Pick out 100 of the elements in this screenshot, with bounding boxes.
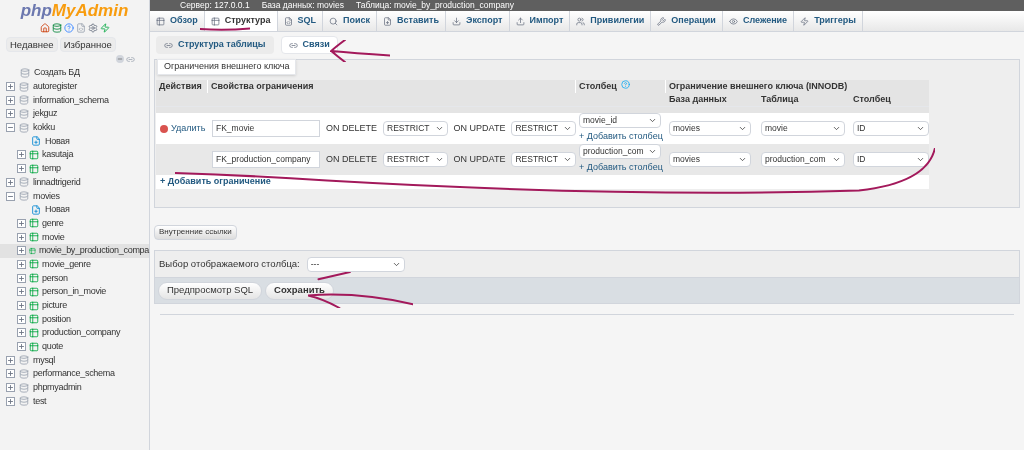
select-field[interactable]: ID bbox=[853, 121, 929, 136]
sub-tab[interactable]: Связи bbox=[280, 36, 338, 54]
settings-icon[interactable] bbox=[87, 23, 98, 33]
delete-icon[interactable] bbox=[160, 124, 168, 133]
select-field[interactable]: movies bbox=[669, 121, 751, 136]
expand-icon[interactable] bbox=[17, 314, 26, 324]
tab[interactable]: Обзор bbox=[150, 11, 205, 31]
tree-item[interactable]: quote bbox=[42, 342, 64, 352]
tree-item[interactable]: person bbox=[42, 273, 68, 283]
form-button[interactable]: Предпросмотр SQL bbox=[158, 281, 263, 300]
select-field[interactable]: production_com bbox=[761, 152, 845, 167]
tab[interactable]: Вставить bbox=[377, 11, 446, 31]
add-constraint-link[interactable]: + Добавить ограничение bbox=[160, 176, 271, 186]
expand-icon[interactable] bbox=[17, 273, 26, 283]
expand-icon[interactable] bbox=[6, 396, 15, 406]
add-column-link[interactable]: + Добавить столбец bbox=[579, 130, 666, 144]
select-field[interactable]: movies bbox=[669, 152, 751, 167]
collapse-icon[interactable] bbox=[6, 123, 15, 133]
select-field[interactable]: RESTRICT bbox=[383, 152, 448, 167]
constraint-name-field[interactable]: FK_production_company bbox=[212, 151, 320, 168]
collapse-icon[interactable] bbox=[6, 191, 15, 201]
expand-icon[interactable] bbox=[17, 232, 26, 242]
expand-icon[interactable] bbox=[17, 246, 26, 256]
expand-icon[interactable] bbox=[6, 383, 15, 393]
help-icon[interactable] bbox=[63, 23, 74, 33]
tree-item[interactable]: linnadtrigerid bbox=[33, 177, 81, 187]
tree-item[interactable]: movie_by_production_compa bbox=[38, 246, 149, 256]
sidebar-tab[interactable]: Недавнее bbox=[6, 37, 58, 52]
tree-item[interactable]: autoregister bbox=[33, 82, 77, 92]
expand-icon[interactable] bbox=[17, 342, 26, 352]
database-add-icon bbox=[20, 67, 30, 78]
chevron-icon bbox=[916, 124, 925, 133]
breadcrumb-link[interactable]: Сервер: 127.0.0.1 bbox=[180, 0, 250, 11]
tree-item[interactable]: Создать БД bbox=[34, 68, 80, 78]
tree-item[interactable]: position bbox=[42, 314, 71, 324]
tree-item[interactable]: jekguz bbox=[33, 109, 58, 119]
breadcrumb-link[interactable]: Таблица: movie_by_production_company bbox=[355, 0, 514, 11]
table-icon bbox=[29, 300, 39, 311]
expand-icon[interactable] bbox=[17, 164, 26, 174]
sidebar-tab[interactable]: Избранное bbox=[59, 37, 116, 52]
internal-links-button[interactable]: Внутренние ссылки bbox=[154, 224, 237, 240]
expand-icon[interactable] bbox=[17, 328, 26, 338]
delete-link[interactable]: Удалить bbox=[171, 121, 206, 136]
form-button[interactable]: Сохранить bbox=[265, 281, 334, 300]
tree-item[interactable]: movies bbox=[33, 191, 60, 201]
home-icon[interactable] bbox=[39, 23, 50, 33]
tree-item[interactable]: mysql bbox=[33, 355, 55, 365]
tab[interactable]: Структура bbox=[204, 11, 278, 31]
add-column-link[interactable]: + Добавить столбец bbox=[579, 161, 666, 175]
column-header: Свойства ограничения bbox=[208, 80, 576, 93]
select-field[interactable]: movie bbox=[761, 121, 845, 136]
expand-icon[interactable] bbox=[6, 109, 15, 119]
tab[interactable]: Поиск bbox=[323, 11, 378, 31]
select-field[interactable]: production_com bbox=[579, 144, 661, 160]
tree-item[interactable]: picture bbox=[42, 301, 67, 311]
display-column-select[interactable]: --- bbox=[306, 256, 405, 272]
expand-icon[interactable] bbox=[17, 287, 26, 297]
select-field[interactable]: ID bbox=[853, 152, 929, 167]
expand-icon[interactable] bbox=[6, 177, 15, 187]
tab[interactable]: Экспорт bbox=[446, 11, 510, 31]
expand-icon[interactable] bbox=[17, 259, 26, 269]
expand-icon[interactable] bbox=[17, 218, 26, 228]
tab-icon bbox=[515, 16, 525, 26]
sub-tab[interactable]: Структура таблицы bbox=[156, 36, 274, 54]
select-field[interactable]: movie_id bbox=[579, 113, 661, 129]
collapse-all-icon[interactable] bbox=[116, 55, 124, 63]
tree-item[interactable]: production_company bbox=[42, 328, 121, 338]
tree-item[interactable]: Новая bbox=[45, 205, 70, 215]
logo[interactable]: phpMyAdmin bbox=[0, 2, 149, 19]
select-field[interactable]: RESTRICT bbox=[511, 152, 576, 167]
tree-item[interactable]: person_in_movie bbox=[42, 287, 107, 297]
tree-item[interactable]: genre bbox=[42, 218, 64, 228]
expand-icon[interactable] bbox=[6, 355, 15, 365]
tab[interactable]: Импорт bbox=[509, 11, 571, 31]
tab[interactable]: Триггеры bbox=[794, 11, 863, 31]
constraint-name-field[interactable]: FK_movie bbox=[212, 120, 320, 137]
tree-item[interactable]: movie bbox=[42, 232, 65, 242]
select-field[interactable]: RESTRICT bbox=[511, 121, 576, 136]
tree-item[interactable]: performance_schema bbox=[33, 369, 115, 379]
breadcrumb-link[interactable]: База данных: movies bbox=[261, 0, 344, 11]
tree-item[interactable]: information_schema bbox=[33, 95, 109, 105]
expand-icon[interactable] bbox=[17, 301, 26, 311]
tab-icon bbox=[156, 16, 165, 26]
tab[interactable]: Слежение bbox=[722, 11, 795, 31]
tree-item[interactable]: kokku bbox=[33, 123, 55, 133]
tab[interactable]: Операции bbox=[651, 11, 723, 31]
tree-item[interactable]: movie_genre bbox=[42, 259, 91, 269]
expand-icon[interactable] bbox=[6, 95, 15, 105]
select-field[interactable]: RESTRICT bbox=[383, 121, 448, 136]
tab[interactable]: Привилегии bbox=[570, 11, 652, 31]
tree-item[interactable]: temp bbox=[42, 164, 61, 174]
tree-item[interactable]: Новая bbox=[45, 136, 70, 146]
tree-item[interactable]: kasutaja bbox=[42, 150, 74, 160]
tree-item[interactable]: phpmyadmin bbox=[33, 383, 82, 393]
database-icon[interactable] bbox=[51, 23, 62, 33]
tab[interactable]: SQL bbox=[277, 11, 324, 31]
expand-icon[interactable] bbox=[17, 150, 26, 160]
expand-icon[interactable] bbox=[6, 369, 15, 379]
expand-icon[interactable] bbox=[6, 82, 15, 92]
tree-item[interactable]: test bbox=[33, 396, 47, 406]
